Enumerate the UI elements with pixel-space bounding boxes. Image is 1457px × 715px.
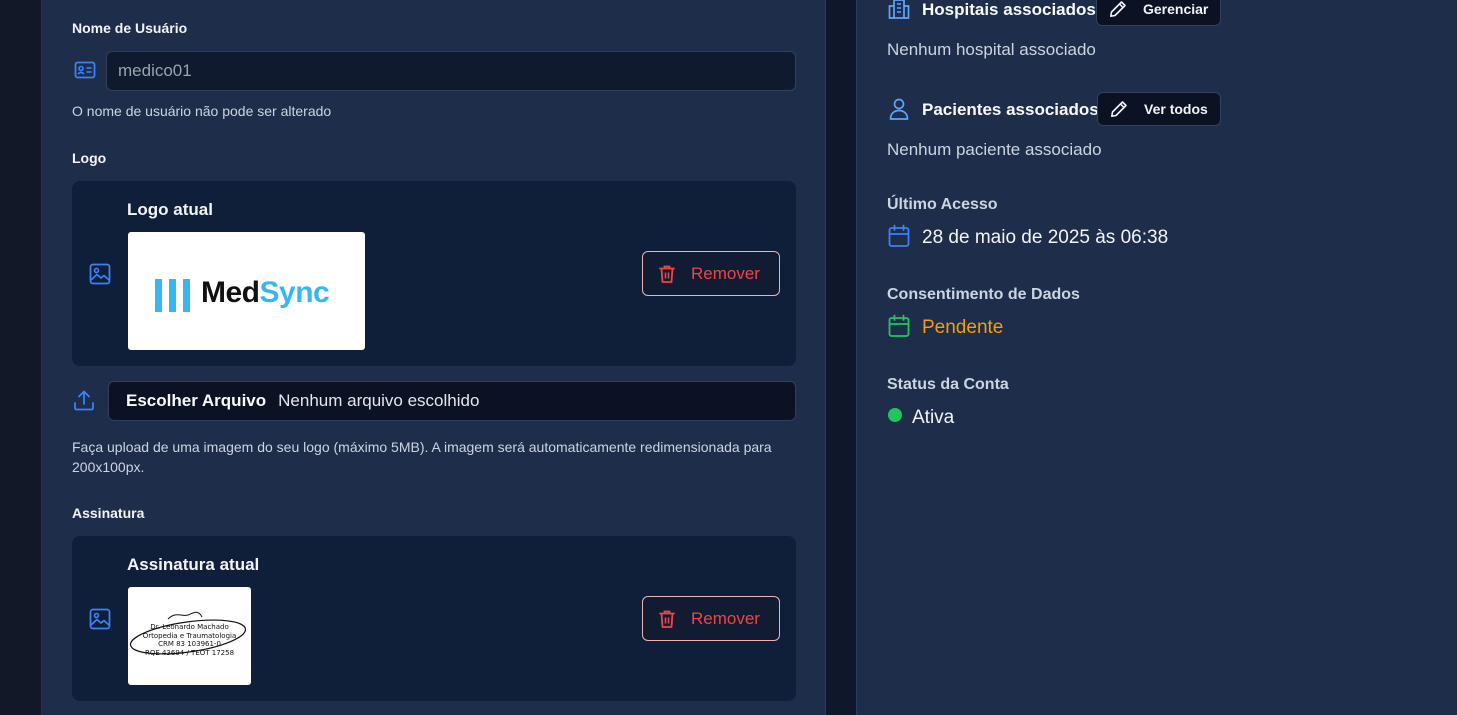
signature-label: Assinatura (72, 505, 145, 521)
username-label: Nome de Usuário (72, 20, 188, 36)
signature-text-block: Dr. Leonardo Machado Ortopedia e Traumat… (128, 623, 251, 657)
user-icon (889, 98, 909, 120)
username-hint: O nome de usuário não pode ser alterado (72, 103, 332, 119)
image-icon (89, 608, 111, 630)
consent-label: Consentimento de Dados (887, 286, 1080, 303)
trash-icon (659, 610, 675, 628)
manage-hospitals-label: Gerenciar (1143, 1, 1209, 17)
username-input[interactable]: medico01 (106, 51, 796, 91)
current-signature-image: Dr. Leonardo Machado Ortopedia e Traumat… (128, 587, 251, 685)
id-card-icon (74, 61, 96, 79)
manage-hospitals-button[interactable]: Gerenciar (1096, 0, 1222, 26)
trash-icon (659, 265, 675, 283)
last-access-label: Último Acesso (887, 196, 998, 213)
signature-line: RQE 43694 / TEOT 17258 (144, 648, 235, 657)
choose-file-button[interactable]: Escolher Arquivo (126, 391, 266, 411)
left-gutter (0, 0, 41, 715)
account-status-value: Ativa (912, 407, 955, 428)
signature-card: Assinatura atual Dr. Leonardo Machado Or… (72, 536, 796, 701)
patients-empty-text: Nenhum paciente associado (887, 140, 1102, 159)
last-access-value: 28 de maio de 2025 às 06:38 (922, 227, 1169, 248)
view-all-patients-label: Ver todos (1144, 101, 1208, 117)
image-icon (89, 263, 111, 285)
signature-line: Dr. Leonardo Machado (150, 623, 229, 631)
hospitals-title: Hospitais associados (922, 0, 1096, 19)
logo-card-title: Logo atual (127, 200, 213, 219)
hospitals-empty-text: Nenhum hospital associado (887, 40, 1096, 59)
logo-bar-1 (155, 279, 162, 312)
logo-hint: Faça upload de uma imagem do seu logo (m… (72, 439, 772, 475)
pencil-icon (1110, 1, 1126, 17)
upload-icon (74, 390, 94, 411)
file-status-text: Nenhum arquivo escolhido (278, 391, 480, 410)
remove-signature-button[interactable]: Remover (642, 596, 780, 641)
account-status-label: Status da Conta (887, 376, 1009, 393)
logo-bar-2 (169, 279, 176, 312)
pencil-icon (1111, 101, 1127, 117)
remove-signature-label: Remover (691, 608, 760, 628)
username-input-value: medico01 (118, 61, 192, 80)
remove-logo-label: Remover (691, 263, 760, 283)
hospital-building-icon (888, 0, 910, 19)
logo-card: Logo atual MedSync Remover (72, 181, 796, 366)
remove-logo-button[interactable]: Remover (642, 251, 780, 296)
calendar-icon (888, 224, 910, 247)
logo-bar-3 (183, 279, 190, 312)
signature-card-title: Assinatura atual (127, 555, 260, 574)
status-dot-icon (888, 408, 902, 422)
profile-form-panel: Nome de Usuário medico01 O nome de usuár… (41, 0, 826, 715)
account-info-panel: Hospitais associados Gerenciar Nenhum ho… (856, 0, 1457, 715)
consent-status-value: Pendente (922, 317, 1004, 338)
logo-file-input[interactable]: Escolher Arquivo Nenhum arquivo escolhid… (108, 381, 796, 421)
patients-title: Pacientes associados (922, 100, 1099, 119)
logo-wordmark: MedSync (201, 276, 330, 309)
current-logo-image: MedSync (128, 232, 365, 350)
signature-line: CRM 83 103961-0 (158, 640, 221, 648)
calendar-icon (888, 314, 910, 337)
signature-line: Ortopedia e Traumatologia (142, 631, 237, 640)
logo-label: Logo (72, 150, 107, 166)
view-all-patients-button[interactable]: Ver todos (1097, 92, 1221, 126)
